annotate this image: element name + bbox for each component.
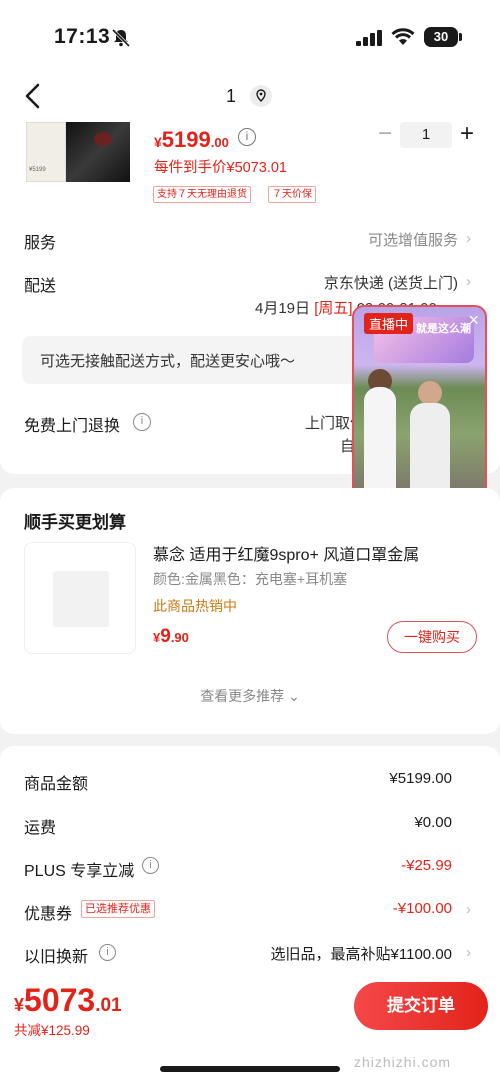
product-thumb-phone [66,122,130,182]
recommend-item-spec: 颜色:金属黑色：充电塞+耳机塞 [153,571,348,587]
recommend-item-name[interactable]: 慕念 适用于红魔9spro+ 风道口罩金属 [153,541,473,565]
product-thumbnail[interactable]: ¥5199 [26,122,130,182]
bell-muted-icon [111,28,131,48]
total-integer: 5073 [24,982,96,1018]
summary-label-tradein: 以旧换新 [24,949,89,966]
product-thumb-box: ¥5199 [26,122,66,182]
summary-label-coupon: 优惠券 [24,906,73,923]
trade-in-info-icon[interactable]: i [99,944,116,961]
quantity-field[interactable]: 1 [400,122,452,148]
back-arrow-icon[interactable] [22,82,44,110]
price-protect-tag: ７天价保 [268,186,316,203]
coupon-chevron-icon[interactable]: › [466,902,476,917]
quantity-minus-button[interactable]: − [375,122,395,146]
service-value[interactable]: 可选增值服务 [368,229,458,250]
summary-value-coupon[interactable]: -¥100.00 [393,900,452,917]
tradein-chevron-icon[interactable]: › [466,945,476,960]
recommend-item-image[interactable] [24,542,136,654]
delivery-chevron-icon[interactable]: › [466,274,476,289]
summary-label-goods: 商品金额 [24,776,89,793]
delivery-label: 配送 [24,278,57,295]
free-return-info-icon[interactable]: i [133,413,151,431]
one-click-buy-button[interactable]: 一键购买 [387,621,477,653]
quantity-plus-button[interactable]: + [457,122,477,148]
coupon-selected-tag: 已选推荐优惠 [81,900,155,918]
free-return-label: 免费上门退换 [24,418,121,435]
summary-label-plus: PLUS 专享立减 [24,863,135,880]
signal-icon [356,30,382,46]
watermark-url: zhizhizhi.com [354,1054,452,1070]
price-decimal: .00 [210,135,229,150]
delivery-weekday: [周五] [314,300,353,317]
service-chevron-icon[interactable]: › [466,231,476,246]
status-time: 17:13 [54,25,111,48]
battery-indicator: 30 [424,27,462,47]
delivery-value[interactable]: 京东快递 (送货上门) [324,272,458,293]
product-thumb-price: ¥5199 [29,167,46,173]
recommend-item-hot: 此商品热销中 [153,598,237,614]
service-label: 服务 [24,235,57,252]
summary-value-plus: -¥25.99 [401,857,452,874]
price-integer: 5199 [161,127,211,152]
host-figure [418,381,442,405]
total-currency: ¥ [14,995,25,1015]
recommend-item-photo [53,571,109,627]
total-decimal: .01 [95,995,122,1016]
summary-value-goods: ¥5199.00 [389,770,452,787]
unit-price-text: 每件到手价¥5073.01 [154,160,287,176]
more-recommend-link[interactable]: 查看更多推荐 ⌄ [0,686,500,706]
home-indicator [160,1066,340,1072]
delivery-date-day: 4月19日 [255,300,311,317]
close-icon[interactable]: × [468,311,479,329]
watermark-logo [353,1004,489,1044]
price-currency: ¥ [154,134,162,150]
return-policy-tag: 支持７天无理由退货 [153,186,251,203]
location-pin-icon[interactable] [250,85,272,107]
price-info-icon[interactable]: i [238,128,256,146]
rec-price-integer: 9 [160,626,171,647]
wifi-icon [391,28,415,45]
product-price: ¥5199.00 [154,127,229,153]
plus-info-icon[interactable]: i [142,857,159,874]
total-savings: 共减¥125.99 [14,1023,90,1038]
summary-label-shipping: 运费 [24,820,57,837]
status-bar: 17:13 30 [0,0,500,70]
contactless-notice-text: 可选无接触配送方式，配送更安心哦～ [40,353,296,370]
total-price: ¥5073.01 [14,982,122,1019]
recommend-item-price: ¥9.90 [153,626,189,648]
recommend-title: 顺手买更划算 [24,513,126,532]
live-status-badge: 直播中 [364,313,414,334]
nav-item-count: 1 [226,86,237,106]
summary-value-shipping: ¥0.00 [414,814,452,831]
summary-value-tradein[interactable]: 选旧品，最高补贴¥1100.00 [271,943,452,964]
rec-price-decimal: .90 [170,630,189,645]
